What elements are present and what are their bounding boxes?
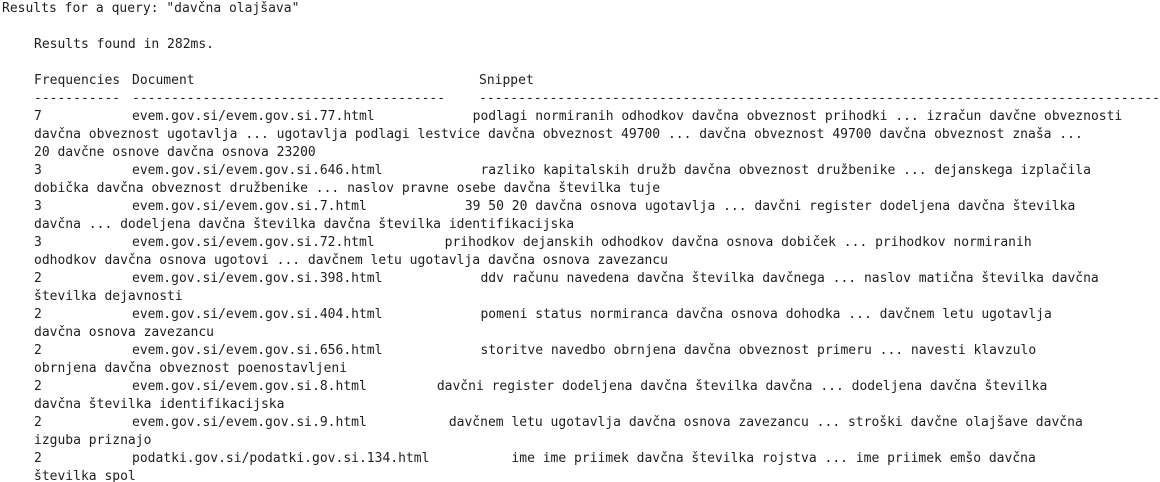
header-frequencies: Frequencies <box>34 73 121 88</box>
result-snippet-continuation: davčna osnova zavezancu <box>34 325 215 340</box>
results-list: 7 evem.gov.si/evem.gov.si.77.html podlagi … <box>0 108 1160 482</box>
result-frequency: 2 <box>34 307 42 322</box>
header-snippet: Snippet <box>479 73 534 88</box>
separator-document: ---------------------------------------- <box>132 91 446 106</box>
result-snippet-continuation: odhodkov davčna osnova ugotovi ... davčn… <box>34 253 668 268</box>
result-frequency: 2 <box>34 379 42 394</box>
result-snippet: davčnem letu ugotavlja davčna osnova zav… <box>448 415 1083 430</box>
result-snippet-continuation: številka spol <box>34 469 136 482</box>
result-snippet: storitve navedbo obrnjena davčna obvezno… <box>480 343 1037 358</box>
result-document-link[interactable]: evem.gov.si/evem.gov.si.9.html <box>132 414 367 432</box>
result-snippet: ddv računu navedena davčna številka davč… <box>480 271 1099 286</box>
result-snippet-continuation: dobička davčna obveznost družbenike ... … <box>34 181 661 196</box>
result-row: 3 evem.gov.si/evem.gov.si.72.html prihodko… <box>0 234 1160 252</box>
result-document-link[interactable]: evem.gov.si/evem.gov.si.404.html <box>132 306 382 324</box>
result-frequency: 2 <box>34 451 42 466</box>
result-row: 2 evem.gov.si/evem.gov.si.8.html davčni re… <box>0 378 1160 396</box>
result-snippet-continuation: davčna ... dodeljena davčna številka dav… <box>34 217 575 232</box>
query-line: Results for a query: "davčna olajšava" <box>2 1 300 16</box>
result-document-link[interactable]: evem.gov.si/evem.gov.si.8.html <box>132 378 367 396</box>
result-frequency: 3 <box>34 163 42 178</box>
result-snippet: pomeni status normiranca davčna osnova d… <box>480 307 1052 322</box>
result-document-link[interactable]: podatki.gov.si/podatki.gov.si.134.html <box>132 450 429 468</box>
result-snippet-continuation: obrnjena davčna obveznost poenostavljeni <box>34 361 348 376</box>
result-frequency: 2 <box>34 343 42 358</box>
result-row: 3 evem.gov.si/evem.gov.si.646.html razliko… <box>0 162 1160 180</box>
table-separator: ----------- -----------------------------… <box>0 90 1160 108</box>
result-snippet: razliko kapitalskih družb davčna obvezno… <box>480 163 1091 178</box>
result-snippet: davčni register dodeljena davčna številk… <box>436 379 1048 394</box>
result-frequency: 3 <box>34 235 42 250</box>
separator-snippet: ----------------------------------------… <box>479 91 1160 106</box>
result-row: 2 evem.gov.si/evem.gov.si.398.html ddv rač… <box>0 270 1160 288</box>
result-row: 2 evem.gov.si/evem.gov.si.656.html storitv… <box>0 342 1160 360</box>
result-document-link[interactable]: evem.gov.si/evem.gov.si.646.html <box>132 162 382 180</box>
result-row: 2 evem.gov.si/evem.gov.si.404.html pomeni … <box>0 306 1160 324</box>
console-output: Results for a query: "davčna olajšava" R… <box>0 0 1160 482</box>
result-snippet-continuation: izguba priznajo <box>34 433 152 448</box>
result-document-link[interactable]: evem.gov.si/evem.gov.si.656.html <box>132 342 382 360</box>
result-snippet-continuation: davčna obveznost ugotavlja ... ugotavlja… <box>34 127 1083 142</box>
result-frequency: 7 <box>34 109 42 124</box>
result-snippet: podlagi normiranih odhodkov davčna obvez… <box>472 109 1123 124</box>
table-header: Frequencies Document Snippet <box>0 72 1160 90</box>
result-frequency: 2 <box>34 415 42 430</box>
results-found-text: Results found in 282ms. <box>34 37 215 52</box>
result-frequency: 2 <box>34 271 42 286</box>
result-document-link[interactable]: evem.gov.si/evem.gov.si.77.html <box>132 108 375 126</box>
result-document-link[interactable]: evem.gov.si/evem.gov.si.72.html <box>132 234 375 252</box>
result-snippet: prihodkov dejanskih odhodkov davčna osno… <box>444 235 1032 250</box>
result-row: 7 evem.gov.si/evem.gov.si.77.html podlagi … <box>0 108 1160 126</box>
result-row: 2 evem.gov.si/evem.gov.si.9.html davčnem l… <box>0 414 1160 432</box>
result-snippet: ime ime priimek davčna številka rojstva … <box>511 451 1036 466</box>
result-snippet-continuation: 20 davčne osnove davčna osnova 23200 <box>34 145 316 160</box>
result-document-link[interactable]: evem.gov.si/evem.gov.si.7.html <box>132 198 367 216</box>
result-document-link[interactable]: evem.gov.si/evem.gov.si.398.html <box>132 270 382 288</box>
result-row: 3 evem.gov.si/evem.gov.si.7.html 39 50 20 … <box>0 198 1160 216</box>
separator-frequencies: ----------- <box>34 91 121 106</box>
result-row: 2 podatki.gov.si/podatki.gov.si.134.html i… <box>0 450 1160 468</box>
result-frequency: 3 <box>34 199 42 214</box>
result-snippet: 39 50 20 davčna osnova ugotavlja ... dav… <box>464 199 1076 214</box>
result-snippet-continuation: številka dejavnosti <box>34 289 183 304</box>
result-snippet-continuation: davčna številka identifikacijska <box>34 397 285 412</box>
header-document: Document <box>132 73 195 88</box>
